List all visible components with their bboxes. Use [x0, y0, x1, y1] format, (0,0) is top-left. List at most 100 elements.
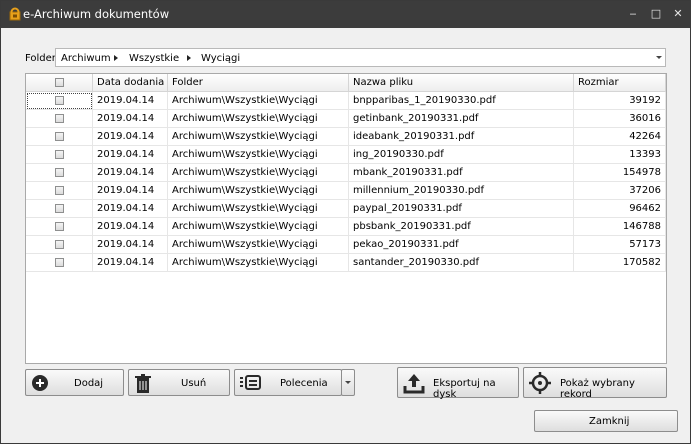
filename-cell: pbsbank_20190331.pdf — [349, 218, 574, 236]
export-button-label: Eksportuj na dysk — [433, 378, 496, 400]
select-cell[interactable] — [26, 236, 93, 254]
date-cell: 2019.04.14 — [93, 128, 168, 146]
close-button-label: Zamknij — [589, 416, 630, 427]
add-button-label: Dodaj — [74, 378, 104, 389]
table-row[interactable]: 2019.04.14 Archiwum\Wszystkie\Wyciągi bnpp… — [26, 92, 666, 110]
target-icon — [529, 372, 551, 394]
filename-cell: bnpparibas_1_20190330.pdf — [349, 92, 574, 110]
folder-cell: Archiwum\Wszystkie\Wyciągi — [168, 146, 349, 164]
chevron-down-icon — [345, 381, 351, 384]
row-checkbox[interactable] — [55, 114, 64, 123]
show-record-button[interactable]: Pokaż wybrany rekord — [523, 367, 667, 400]
filename-cell: santander_20190330.pdf — [349, 254, 574, 272]
window-title: e-Archiwum dokumentów — [23, 7, 170, 21]
select-cell[interactable] — [26, 92, 93, 110]
folder-breadcrumb[interactable]: Archiwum Wszystkie Wyciągi — [55, 48, 666, 67]
header-select-all[interactable] — [26, 74, 93, 91]
filename-cell: pekao_20190331.pdf — [349, 236, 574, 254]
select-cell[interactable] — [26, 128, 93, 146]
commands-button-label: Polecenia — [280, 378, 328, 389]
size-cell: 146788 — [574, 218, 666, 236]
maximize-icon[interactable]: □ — [647, 5, 665, 23]
chevron-right-icon — [187, 55, 191, 61]
breadcrumb-wyciagi[interactable]: Wyciągi — [201, 53, 240, 64]
size-cell: 36016 — [574, 110, 666, 128]
breadcrumb-archiwum[interactable]: Archiwum — [61, 53, 111, 64]
filename-cell: getinbank_20190331.pdf — [349, 110, 574, 128]
size-cell: 170582 — [574, 254, 666, 272]
app-window: e-Archiwum dokumentów ‒ □ ✕ Folder Archi… — [0, 0, 691, 444]
date-cell: 2019.04.14 — [93, 236, 168, 254]
header-size[interactable]: Rozmiar — [574, 74, 666, 91]
size-cell: 39192 — [574, 92, 666, 110]
select-cell[interactable] — [26, 200, 93, 218]
select-cell[interactable] — [26, 218, 93, 236]
header-filename[interactable]: Nazwa pliku — [349, 74, 574, 91]
delete-button[interactable]: Usuń — [128, 369, 230, 396]
date-cell: 2019.04.14 — [93, 200, 168, 218]
select-cell[interactable] — [26, 146, 93, 164]
filename-cell: mbank_20190331.pdf — [349, 164, 574, 182]
header-folder[interactable]: Folder — [168, 74, 349, 91]
row-checkbox[interactable] — [55, 132, 64, 141]
close-icon[interactable]: ✕ — [669, 5, 687, 23]
select-cell[interactable] — [26, 182, 93, 200]
close-button[interactable]: Zamknij — [534, 410, 678, 432]
export-button[interactable]: Eksportuj na dysk — [397, 367, 519, 400]
folder-cell: Archiwum\Wszystkie\Wyciągi — [168, 164, 349, 182]
select-cell[interactable] — [26, 254, 93, 272]
table-row[interactable]: 2019.04.14 Archiwum\Wszystkie\Wyciągi payp… — [26, 200, 666, 218]
table-row[interactable]: 2019.04.14 Archiwum\Wszystkie\Wyciągi sant… — [26, 254, 666, 272]
row-checkbox[interactable] — [55, 96, 64, 105]
documents-table: Data dodania Folder Nazwa pliku Rozmiar … — [25, 73, 667, 364]
folder-cell: Archiwum\Wszystkie\Wyciągi — [168, 200, 349, 218]
date-cell: 2019.04.14 — [93, 110, 168, 128]
size-cell: 96462 — [574, 200, 666, 218]
plus-icon — [32, 375, 48, 391]
chevron-down-icon[interactable] — [656, 56, 662, 59]
row-checkbox[interactable] — [55, 204, 64, 213]
filename-cell: ideabank_20190331.pdf — [349, 128, 574, 146]
folder-cell: Archiwum\Wszystkie\Wyciągi — [168, 254, 349, 272]
table-row[interactable]: 2019.04.14 Archiwum\Wszystkie\Wyciągi idea… — [26, 128, 666, 146]
row-checkbox[interactable] — [55, 186, 64, 195]
filename-cell: millennium_20190330.pdf — [349, 182, 574, 200]
commands-icon — [240, 375, 261, 390]
folder-cell: Archiwum\Wszystkie\Wyciągi — [168, 92, 349, 110]
row-checkbox[interactable] — [55, 150, 64, 159]
table-header: Data dodania Folder Nazwa pliku Rozmiar — [26, 74, 666, 92]
table-row[interactable]: 2019.04.14 Archiwum\Wszystkie\Wyciągi mban… — [26, 164, 666, 182]
date-cell: 2019.04.14 — [93, 164, 168, 182]
select-cell[interactable] — [26, 164, 93, 182]
select-all-checkbox[interactable] — [55, 78, 64, 87]
size-cell: 42264 — [574, 128, 666, 146]
commands-dropdown-button[interactable] — [341, 369, 355, 396]
row-checkbox[interactable] — [55, 222, 64, 231]
table-row[interactable]: 2019.04.14 Archiwum\Wszystkie\Wyciągi mill… — [26, 182, 666, 200]
date-cell: 2019.04.14 — [93, 254, 168, 272]
breadcrumb-wszystkie[interactable]: Wszystkie — [129, 53, 179, 64]
row-checkbox[interactable] — [55, 240, 64, 249]
filename-cell: ing_20190330.pdf — [349, 146, 574, 164]
folder-cell: Archiwum\Wszystkie\Wyciągi — [168, 128, 349, 146]
chevron-right-icon — [114, 55, 118, 61]
add-button[interactable]: Dodaj — [25, 369, 124, 396]
row-checkbox[interactable] — [55, 258, 64, 267]
folder-label: Folder — [25, 53, 56, 64]
row-checkbox[interactable] — [55, 168, 64, 177]
table-row[interactable]: 2019.04.14 Archiwum\Wszystkie\Wyciągi peka… — [26, 236, 666, 254]
table-row[interactable]: 2019.04.14 Archiwum\Wszystkie\Wyciągi geti… — [26, 110, 666, 128]
archive-icon — [9, 7, 21, 21]
minimize-icon[interactable]: ‒ — [624, 5, 642, 23]
commands-button[interactable]: Polecenia — [234, 369, 342, 396]
date-cell: 2019.04.14 — [93, 182, 168, 200]
select-cell[interactable] — [26, 110, 93, 128]
folder-cell: Archiwum\Wszystkie\Wyciągi — [168, 218, 349, 236]
trash-icon — [135, 374, 151, 393]
title-bar: e-Archiwum dokumentów ‒ □ ✕ — [1, 1, 690, 28]
header-date[interactable]: Data dodania — [93, 74, 168, 91]
table-row[interactable]: 2019.04.14 Archiwum\Wszystkie\Wyciągi ing_… — [26, 146, 666, 164]
size-cell: 154978 — [574, 164, 666, 182]
show-record-button-label: Pokaż wybrany rekord — [560, 378, 635, 400]
table-row[interactable]: 2019.04.14 Archiwum\Wszystkie\Wyciągi pbsb… — [26, 218, 666, 236]
